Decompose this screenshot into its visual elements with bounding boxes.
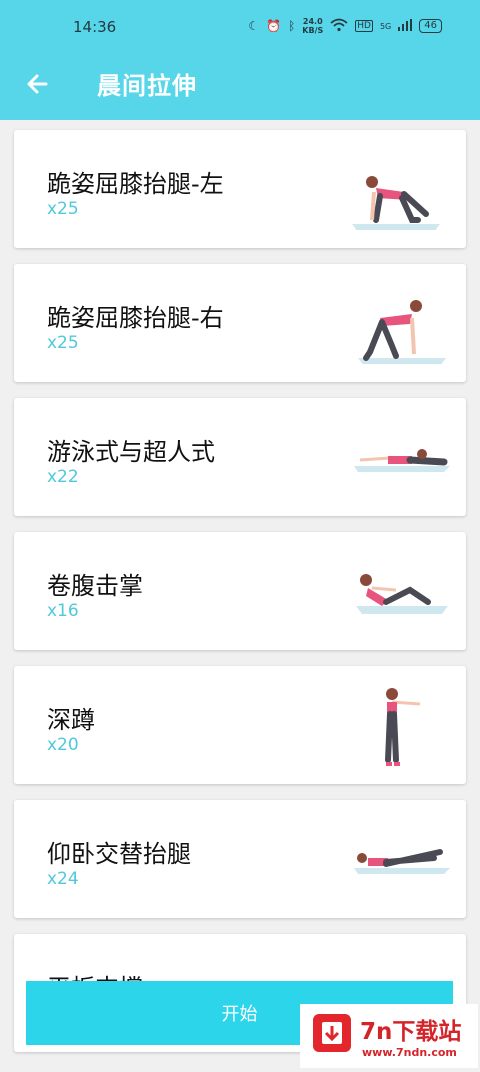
watermark: 7n下载站 www.7ndn.com (300, 1004, 478, 1068)
signal-icon (398, 18, 413, 34)
download-logo-icon (313, 1014, 351, 1052)
crunch-clap-illustration (356, 574, 448, 614)
exercise-name: 跪姿屈膝抬腿-左 (47, 170, 224, 198)
exercise-reps: x25 (47, 199, 79, 219)
exercise-card[interactable]: 跪姿屈膝抬腿-右 x25 (14, 264, 466, 382)
exercise-name: 跪姿屈膝抬腿-右 (47, 304, 224, 332)
back-arrow-icon[interactable] (24, 70, 52, 98)
battery-icon: 46 (419, 19, 442, 33)
moon-icon: ☾ (248, 19, 260, 33)
exercise-name: 游泳式与超人式 (47, 438, 215, 466)
page-title: 晨间拉伸 (97, 72, 197, 100)
app-bar: 晨间拉伸 (0, 56, 480, 120)
speed-value: 24.0 (302, 17, 323, 26)
exercise-reps: x22 (47, 467, 79, 487)
exercise-card[interactable]: 卷腹击掌 x16 (14, 532, 466, 650)
wifi-icon (330, 18, 348, 35)
bluetooth-icon: ᛒ (288, 19, 296, 33)
exercise-card[interactable]: 游泳式与超人式 x22 (14, 398, 466, 516)
network-type: 5G (379, 21, 392, 31)
exercise-card[interactable]: 跪姿屈膝抬腿-左 x25 (14, 130, 466, 248)
exercise-card[interactable]: 深蹲 x20 (14, 666, 466, 784)
watermark-url: www.7ndn.com (362, 1046, 457, 1059)
squat-illustration (385, 688, 421, 766)
status-icons: ☾ ⏰ ᛒ 24.0 KB/S HD 5G 46 (248, 17, 442, 35)
network-speed: 24.0 KB/S (302, 17, 323, 35)
exercise-reps: x20 (47, 735, 79, 755)
exercise-reps: x25 (47, 333, 79, 353)
exercise-name: 深蹲 (47, 706, 95, 734)
speed-unit: KB/S (302, 26, 324, 35)
exercise-name: 卷腹击掌 (47, 572, 143, 600)
hd-icon: HD (355, 20, 373, 32)
alarm-icon: ⏰ (266, 19, 282, 33)
status-time: 14:36 (73, 18, 117, 36)
exercise-card[interactable]: 仰卧交替抬腿 x24 (14, 800, 466, 918)
status-bar: 14:36 ☾ ⏰ ᛒ 24.0 KB/S HD 5G 46 (0, 0, 480, 56)
exercise-list[interactable]: 跪姿屈膝抬腿-左 x25 跪姿屈膝抬腿-右 x25 游泳式与超人式 x22 卷腹… (0, 120, 480, 1072)
exercise-reps: x24 (47, 869, 79, 889)
exercise-name: 仰卧交替抬腿 (47, 840, 191, 868)
exercise-reps: x16 (47, 601, 79, 621)
kneeling-leg-raise-illustration (352, 176, 440, 230)
swimming-superman-illustration (354, 449, 450, 472)
kneeling-leg-raise-illustration (358, 300, 446, 364)
watermark-brand: 7n下载站 (360, 1019, 462, 1045)
leg-raise-illustration (354, 849, 450, 874)
